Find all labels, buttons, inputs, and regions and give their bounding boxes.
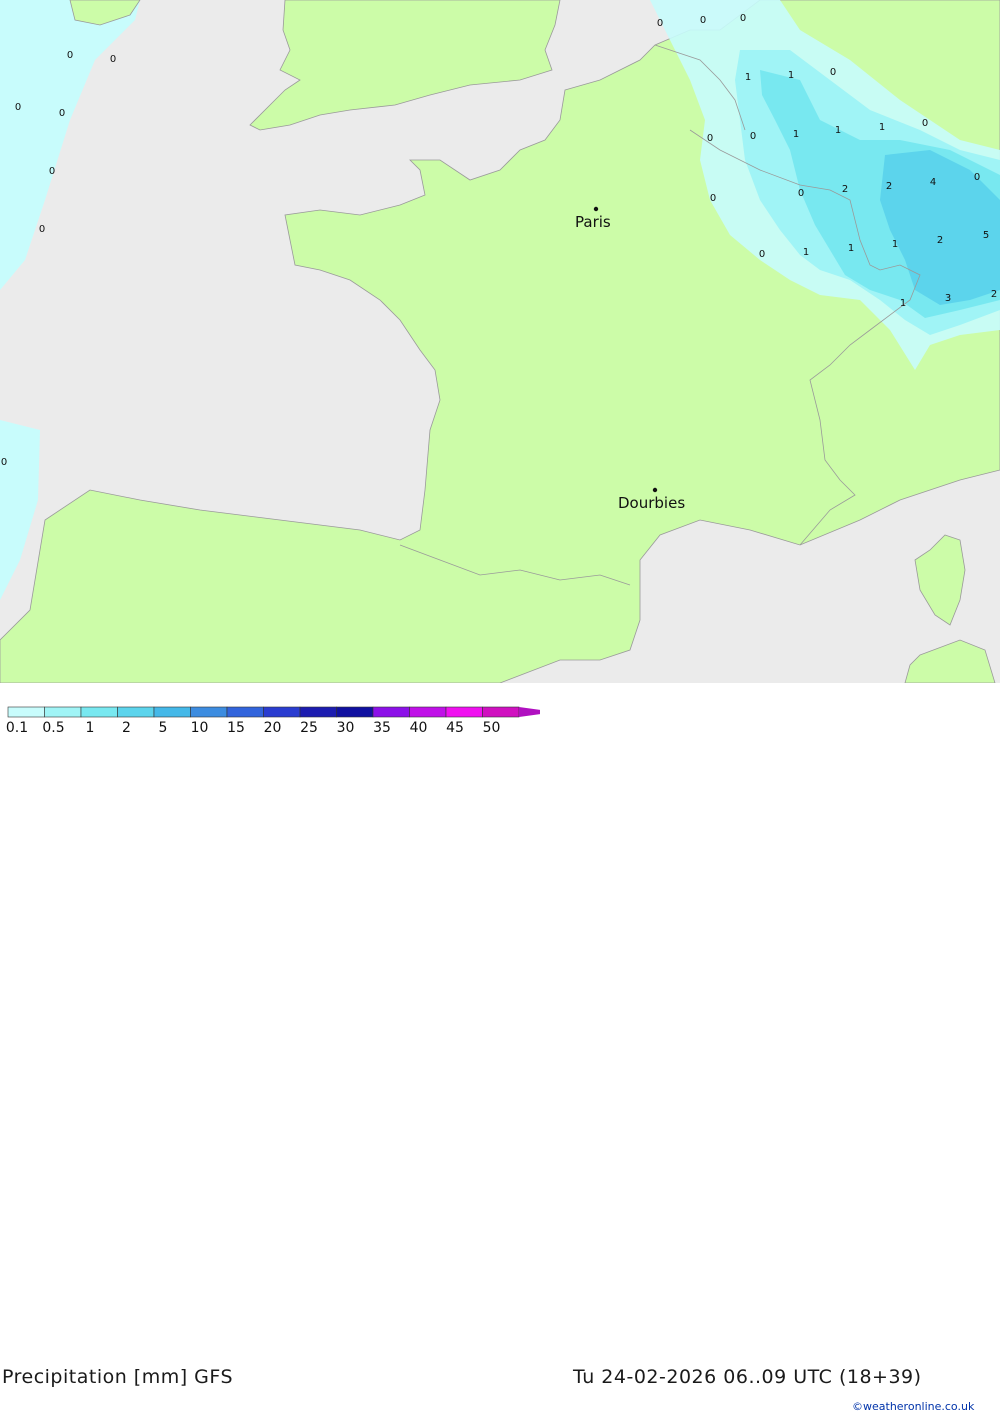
city-dourbies-label: Dourbies bbox=[618, 494, 685, 512]
color-tick-label: 0.1 bbox=[6, 720, 28, 736]
color-swatch bbox=[7, 706, 45, 718]
grid-value: 1 bbox=[892, 239, 898, 250]
grid-value: 0 bbox=[974, 172, 980, 183]
color-tick-label: 25 bbox=[300, 720, 318, 736]
color-swatch bbox=[372, 706, 410, 718]
city-paris-marker bbox=[593, 206, 599, 212]
grid-value: 0 bbox=[798, 188, 804, 199]
legend-panel: Precipitation [mm] GFS Tu 24-02-2026 06.… bbox=[0, 683, 1000, 1413]
grid-value: 0 bbox=[15, 102, 21, 113]
legend-date: Tu 24-02-2026 06..09 UTC (18+39) bbox=[573, 1366, 922, 1388]
color-tick-label: 15 bbox=[227, 720, 245, 736]
city-paris-label: Paris bbox=[575, 213, 611, 231]
color-swatch bbox=[117, 706, 155, 718]
color-swatch bbox=[153, 706, 191, 718]
grid-value: 2 bbox=[886, 181, 892, 192]
color-tick-label: 5 bbox=[159, 720, 168, 736]
grid-value: 0 bbox=[707, 133, 713, 144]
grid-value: 5 bbox=[983, 230, 989, 241]
grid-value: 0 bbox=[657, 18, 663, 29]
grid-value: 3 bbox=[945, 293, 951, 304]
color-tick-label: 40 bbox=[410, 720, 428, 736]
color-tick-label: 2 bbox=[122, 720, 131, 736]
grid-value: 0 bbox=[710, 193, 716, 204]
color-swatch bbox=[80, 706, 118, 718]
grid-value: 0 bbox=[922, 118, 928, 129]
city-dourbies-marker bbox=[652, 487, 658, 493]
grid-value: 2 bbox=[842, 184, 848, 195]
grid-value: 1 bbox=[793, 129, 799, 140]
color-tick-label: 35 bbox=[373, 720, 391, 736]
color-swatch bbox=[226, 706, 264, 718]
color-tick-label: 0.5 bbox=[42, 720, 64, 736]
grid-value: 1 bbox=[745, 72, 751, 83]
credit-text: ©weatheronline.co.uk bbox=[852, 1400, 975, 1413]
color-swatch bbox=[482, 706, 520, 718]
grid-value: 1 bbox=[900, 298, 906, 309]
grid-value: 1 bbox=[848, 243, 854, 254]
grid-value: 2 bbox=[991, 289, 997, 300]
color-swatch bbox=[190, 706, 228, 718]
grid-value: 0 bbox=[49, 166, 55, 177]
precipitation-map: Paris Dourbies 0 0 0 0 0 0 0 0 0 0 0 0 1… bbox=[0, 0, 1000, 683]
color-swatch bbox=[445, 706, 483, 718]
legend-title: Precipitation [mm] GFS bbox=[2, 1366, 234, 1388]
grid-value: 0 bbox=[759, 249, 765, 260]
color-scale: 0.1 0.5 1 2 5 10 15 20 25 30 35 40 45 50 bbox=[6, 706, 540, 736]
grid-value: 0 bbox=[39, 224, 45, 235]
color-swatch bbox=[263, 706, 301, 718]
grid-value: 0 bbox=[110, 54, 116, 65]
color-swatch bbox=[409, 706, 447, 718]
color-tick-labels: 0.1 0.5 1 2 5 10 15 20 25 30 35 40 45 50 bbox=[6, 720, 501, 736]
color-tick-label: 1 bbox=[86, 720, 95, 736]
color-tick-label: 45 bbox=[446, 720, 464, 736]
color-swatch bbox=[299, 706, 337, 718]
grid-value: 1 bbox=[803, 247, 809, 258]
grid-value: 4 bbox=[930, 177, 936, 188]
grid-value: 0 bbox=[67, 50, 73, 61]
color-swatches bbox=[7, 706, 540, 718]
grid-value: 0 bbox=[59, 108, 65, 119]
grid-value: 1 bbox=[879, 122, 885, 133]
color-tick-label: 10 bbox=[191, 720, 209, 736]
grid-value: 0 bbox=[1, 457, 7, 468]
grid-value: 1 bbox=[835, 125, 841, 136]
color-swatch bbox=[44, 706, 82, 718]
grid-value: 0 bbox=[700, 15, 706, 26]
grid-value: 0 bbox=[740, 13, 746, 24]
color-swatch bbox=[336, 706, 374, 718]
grid-value: 0 bbox=[750, 131, 756, 142]
color-tick-label: 50 bbox=[483, 720, 501, 736]
grid-value: 2 bbox=[937, 235, 943, 246]
color-tick-label: 30 bbox=[337, 720, 355, 736]
color-scale-arrow bbox=[519, 707, 540, 717]
grid-value: 0 bbox=[830, 67, 836, 78]
color-tick-label: 20 bbox=[264, 720, 282, 736]
grid-value: 1 bbox=[788, 70, 794, 81]
